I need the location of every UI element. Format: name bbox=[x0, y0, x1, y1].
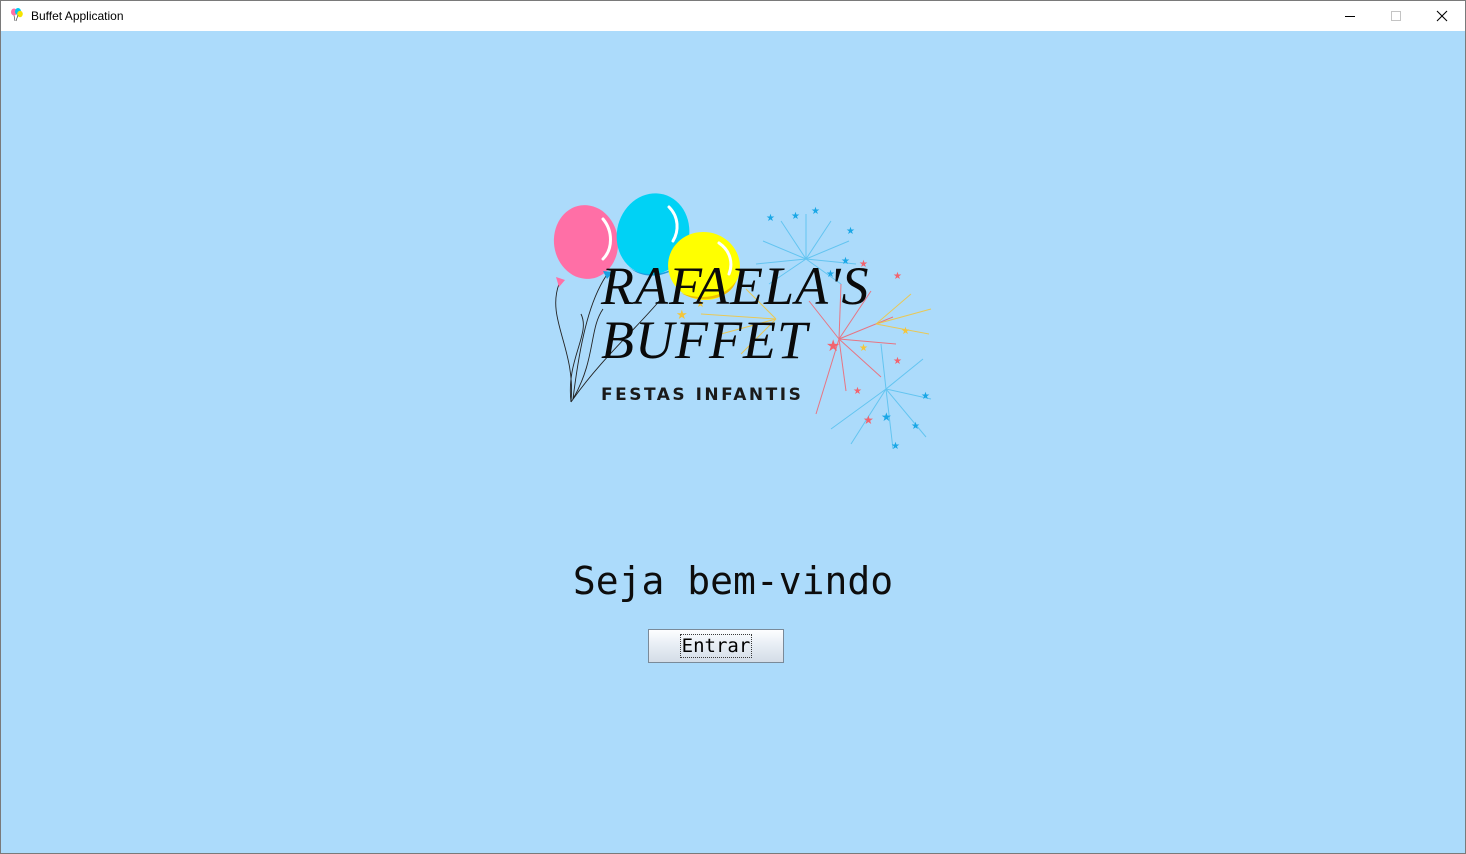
title-bar[interactable]: Buffet Application bbox=[1, 1, 1465, 31]
main-panel: ★ ★ ★ ★ ★ ★ ★ ★ ★ ★ ★ ★ ★ ★ ★ ★ ★ ★ ★ ★ … bbox=[1, 31, 1465, 853]
svg-text:★: ★ bbox=[853, 386, 862, 397]
close-button[interactable] bbox=[1419, 1, 1465, 31]
window-title: Buffet Application bbox=[31, 9, 124, 23]
logo-title: RAFAELA'S BUFFET bbox=[601, 259, 870, 367]
svg-text:★: ★ bbox=[893, 271, 902, 282]
minimize-button[interactable] bbox=[1327, 1, 1373, 31]
minimize-icon bbox=[1345, 16, 1355, 17]
enter-button[interactable]: Entrar bbox=[648, 629, 784, 663]
maximize-icon bbox=[1391, 11, 1401, 21]
svg-text:★: ★ bbox=[881, 410, 892, 424]
svg-text:★: ★ bbox=[791, 211, 800, 222]
app-balloons-icon bbox=[11, 8, 23, 22]
svg-text:★: ★ bbox=[893, 356, 902, 367]
svg-text:★: ★ bbox=[811, 206, 820, 217]
maximize-button[interactable] bbox=[1373, 1, 1419, 31]
close-icon bbox=[1436, 10, 1448, 22]
welcome-heading: Seja bem-vindo bbox=[572, 559, 894, 603]
logo-title-line2: BUFFET bbox=[601, 310, 808, 370]
buffet-logo: ★ ★ ★ ★ ★ ★ ★ ★ ★ ★ ★ ★ ★ ★ ★ ★ ★ ★ ★ ★ … bbox=[541, 159, 941, 459]
application-window: Buffet Application ★ ★ ★ ★ ★ ★ ★ ★ ★ ★ ★… bbox=[0, 0, 1466, 854]
svg-text:★: ★ bbox=[921, 391, 930, 402]
svg-text:★: ★ bbox=[766, 213, 775, 224]
svg-text:★: ★ bbox=[891, 441, 900, 452]
logo-subtitle: FESTAS INFANTIS bbox=[601, 385, 804, 405]
svg-text:★: ★ bbox=[911, 421, 920, 432]
svg-text:★: ★ bbox=[901, 326, 910, 337]
enter-button-label: Entrar bbox=[679, 634, 753, 658]
svg-text:★: ★ bbox=[846, 226, 855, 237]
logo-title-line1: RAFAELA'S bbox=[601, 256, 870, 316]
svg-text:★: ★ bbox=[863, 413, 874, 427]
